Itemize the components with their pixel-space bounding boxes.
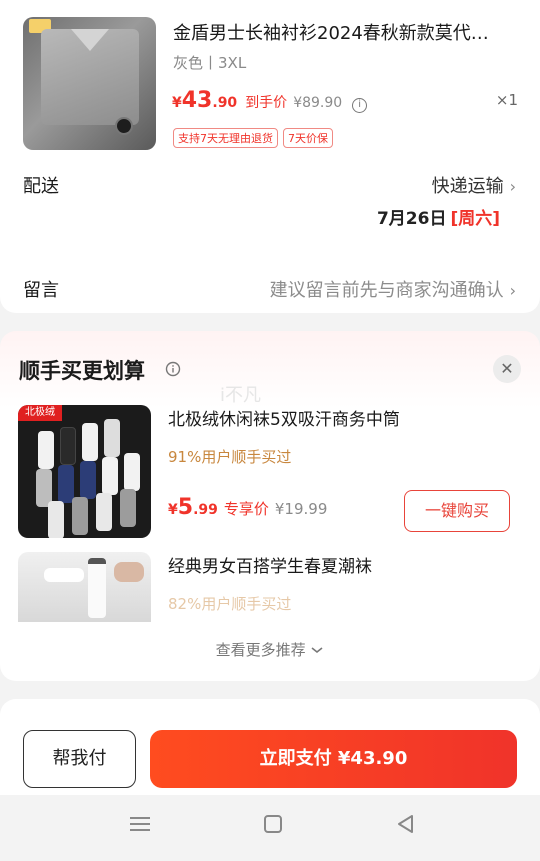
- upsell-item-name[interactable]: 经典男女百搭学生春夏潮袜: [168, 552, 372, 577]
- sock-shape: [80, 461, 96, 499]
- sock-shape: [44, 568, 84, 582]
- price-decimal: .90: [212, 95, 238, 111]
- exclusive-price-tag: 专享价: [223, 500, 269, 518]
- view-more-text: 查看更多推荐: [215, 641, 306, 659]
- delivery-date: 7月26日 [周六]: [377, 204, 500, 229]
- info-icon[interactable]: i: [352, 98, 368, 113]
- delivery-weekday: [周六]: [450, 209, 500, 229]
- sock-shape: [114, 562, 144, 582]
- order-item-card: 金盾男士长袖衬衫2024春秋新款莫代… 灰色丨3XL ¥ 43 .90 到手价 …: [0, 0, 540, 313]
- help-pay-button[interactable]: 帮我付: [23, 730, 136, 788]
- message-input[interactable]: 建议留言前先与商家沟通确认 ›: [270, 276, 516, 302]
- pay-now-button[interactable]: 立即支付 ¥43.90: [150, 730, 517, 788]
- sock-shape: [96, 493, 112, 531]
- upsell-item-bought: 91%用户顺手买过: [168, 448, 292, 466]
- one-click-buy-button[interactable]: 一键购买: [404, 490, 510, 532]
- quantity: ×1: [495, 91, 518, 109]
- sock-shape: [82, 423, 98, 461]
- back-icon[interactable]: [395, 813, 417, 835]
- home-icon[interactable]: [262, 813, 284, 835]
- currency-symbol: ¥: [172, 95, 182, 111]
- currency-symbol: ¥: [168, 502, 178, 518]
- info-icon[interactable]: [165, 361, 181, 377]
- product-title[interactable]: 金盾男士长袖衬衫2024春秋新款莫代…: [173, 19, 518, 45]
- return-badge: 支持7天无理由退货: [173, 128, 278, 148]
- price-row: ¥ 43 .90 到手价 ¥89.90 i: [172, 88, 368, 113]
- watch-shape: [115, 117, 133, 135]
- price-integer: 43: [181, 88, 213, 113]
- chevron-right-icon: ›: [509, 177, 516, 196]
- watermark: i不凡: [220, 385, 262, 406]
- socks-image[interactable]: 北极绒: [18, 405, 151, 538]
- price-protect-badge: 7天价保: [283, 128, 333, 148]
- brand-tag: 北极绒: [18, 405, 62, 421]
- sock-shape: [102, 457, 118, 495]
- original-price: ¥89.90: [293, 95, 343, 111]
- final-price-tag: 到手价: [245, 95, 288, 111]
- message-label: 留言: [23, 280, 59, 301]
- socks-image[interactable]: [18, 552, 151, 622]
- delivery-label: 配送: [23, 176, 59, 197]
- product-spec[interactable]: 灰色丨3XL: [173, 52, 246, 73]
- price-integer: 5: [177, 495, 194, 520]
- upsell-item-price: ¥ 5 .99 专享价 ¥19.99: [168, 495, 327, 520]
- original-price: ¥19.99: [274, 500, 328, 518]
- sock-shape: [48, 501, 64, 538]
- delivery-method[interactable]: 快递运输 ›: [432, 172, 516, 198]
- sock-shape: [60, 427, 76, 465]
- menu-icon[interactable]: [129, 813, 151, 835]
- chevron-down-icon: [311, 647, 323, 654]
- sock-shape: [58, 465, 74, 503]
- message-placeholder: 建议留言前先与商家沟通确认: [269, 280, 504, 301]
- view-more-recommendations[interactable]: 查看更多推荐: [0, 639, 540, 660]
- sock-shape: [124, 453, 140, 491]
- sock-shape: [38, 431, 54, 469]
- close-icon[interactable]: ✕: [493, 355, 521, 383]
- sock-shape: [72, 497, 88, 535]
- upsell-item-name[interactable]: 北极绒休闲袜5双吸汗商务中筒: [168, 405, 400, 430]
- upsell-item-bought: 82%用户顺手买过: [168, 595, 292, 613]
- delivery-date-text: 7月26日: [376, 209, 447, 229]
- sock-shape: [104, 419, 120, 457]
- delivery-method-text: 快递运输: [431, 176, 504, 197]
- upsell-card: 顺手买更划算 i不凡 ✕ 北极绒 北极绒休闲袜5双吸汗商务中筒 91%用户顺手买…: [0, 331, 540, 681]
- product-thumbnail[interactable]: [23, 17, 156, 150]
- service-badges: 支持7天无理由退货 7天价保: [173, 128, 333, 148]
- upsell-title: 顺手买更划算: [19, 359, 145, 383]
- chevron-right-icon: ›: [509, 281, 516, 300]
- bottom-action-bar: 帮我付 立即支付 ¥43.90: [0, 722, 540, 795]
- price-decimal: .99: [193, 502, 218, 518]
- sock-shape: [88, 558, 106, 618]
- sock-shape: [120, 489, 136, 527]
- system-nav-bar: [0, 795, 540, 861]
